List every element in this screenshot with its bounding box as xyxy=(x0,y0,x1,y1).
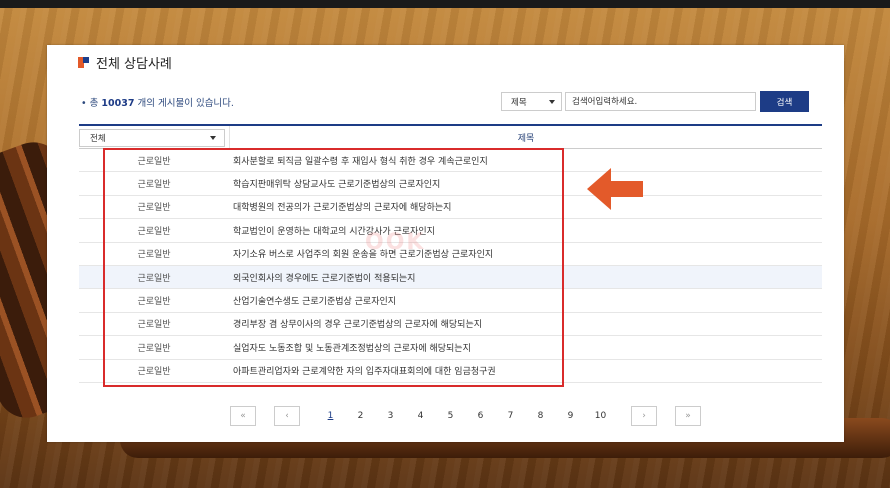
page-5-link[interactable]: 5 xyxy=(438,406,463,426)
triangle-down-icon xyxy=(549,99,555,104)
page-4-link[interactable]: 4 xyxy=(408,406,433,426)
page-2-link[interactable]: 2 xyxy=(348,406,373,426)
page-title-text: 전체 상담사례 xyxy=(96,56,172,72)
last-page-button[interactable]: » xyxy=(675,406,701,426)
count-suffix: 개의 게시물이 있습니다. xyxy=(134,98,234,109)
pagination: « ‹ 1 2 3 4 5 6 7 8 9 10 › » xyxy=(230,405,701,427)
search-field-value: 제목 xyxy=(511,97,527,108)
page-8-link[interactable]: 8 xyxy=(528,406,553,426)
post-count: • 총 10037 개의 게시물이 있습니다. xyxy=(81,95,234,109)
first-page-button[interactable]: « xyxy=(230,406,256,426)
search-field-select[interactable]: 제목 xyxy=(501,92,562,111)
table-header: 전체 제목 xyxy=(79,124,822,149)
category-filter-select[interactable]: 전체 xyxy=(79,129,225,147)
count-number: 10037 xyxy=(101,98,135,109)
highlight-box xyxy=(103,148,564,387)
page-9-link[interactable]: 9 xyxy=(558,406,583,426)
top-border xyxy=(0,0,890,8)
page-7-link[interactable]: 7 xyxy=(498,406,523,426)
search-input[interactable] xyxy=(565,92,756,111)
triangle-down-icon xyxy=(210,136,216,140)
page-10-link[interactable]: 10 xyxy=(588,406,613,426)
title-mark-icon xyxy=(78,56,89,68)
board-panel: 전체 상담사례 • 총 10037 개의 게시물이 있습니다. 제목 검색 전체… xyxy=(47,45,844,442)
category-filter-value: 전체 xyxy=(90,134,106,144)
count-prefix: • 총 xyxy=(81,98,102,109)
left-arrow-icon xyxy=(587,168,643,210)
search-button[interactable]: 검색 xyxy=(760,91,809,112)
prev-page-button[interactable]: ‹ xyxy=(274,406,300,426)
page-title: 전체 상담사례 xyxy=(78,54,172,72)
column-title-header: 제목 xyxy=(229,126,822,149)
page-1-link[interactable]: 1 xyxy=(318,406,343,426)
next-page-button[interactable]: › xyxy=(631,406,657,426)
page-3-link[interactable]: 3 xyxy=(378,406,403,426)
page-6-link[interactable]: 6 xyxy=(468,406,493,426)
